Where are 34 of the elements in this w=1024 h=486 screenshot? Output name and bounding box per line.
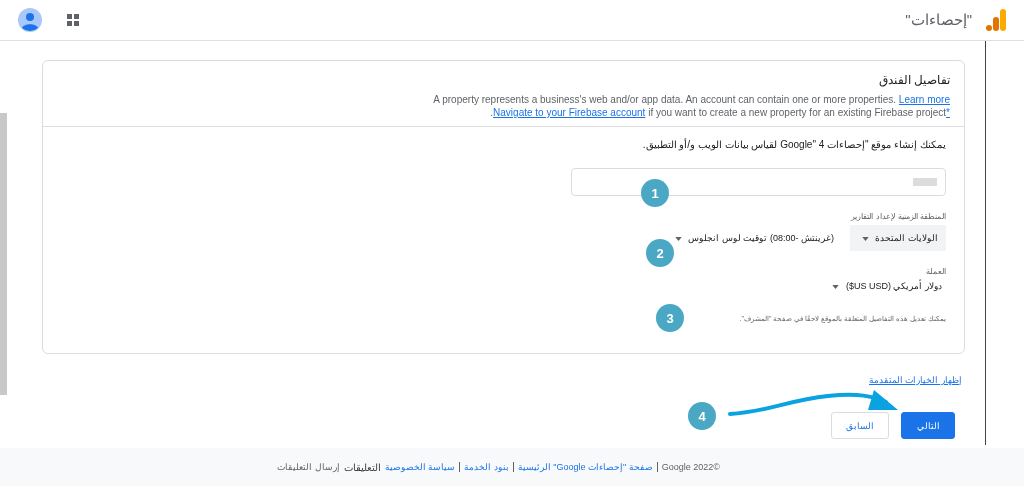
footer-link[interactable]: صفحة "إحصاءات Google" الرئيسية — [517, 462, 653, 472]
step-marker: 3 — [656, 304, 684, 332]
footnote-link[interactable]: * — [946, 107, 950, 118]
currency-label: العملة — [925, 267, 946, 276]
learn-more-link[interactable]: Learn more — [898, 94, 950, 105]
card-title: تفاصيل الفندق — [877, 73, 950, 87]
app-title: "إحصاءات" — [905, 11, 972, 29]
period-text: . — [490, 107, 494, 118]
advanced-options-link[interactable]: إظهار الخيارات المتقدمة — [869, 375, 962, 385]
description-text: A property represents a business's web and/or app data. An account can contain one or more properties. — [433, 94, 897, 105]
caret-icon — [674, 236, 682, 241]
step-marker: 1 — [641, 179, 669, 207]
feedback-label: التعليقات — [343, 461, 381, 473]
footer-link[interactable]: سياسة الخصوصية — [384, 462, 456, 472]
timezone-label: المنطقة الزمنية لإعداد التقارير — [849, 212, 946, 221]
country-dropdown[interactable]: الولايات المتحدة — [849, 225, 946, 251]
apps-icon[interactable] — [67, 14, 79, 26]
feedback-link[interactable]: إرسال التعليقات — [277, 462, 340, 472]
firebase-text: if you want to create a new property for an existing Firebase project — [648, 107, 947, 118]
scrollbar[interactable] — [0, 113, 7, 395]
name-field[interactable] — [571, 168, 946, 196]
footer-link[interactable]: بنود الخدمة — [464, 462, 509, 472]
back-button[interactable]: السابق — [831, 412, 889, 439]
next-button[interactable]: التالي — [901, 412, 955, 439]
firebase-link[interactable]: Navigate to your Firebase account — [493, 107, 646, 118]
currency-dropdown[interactable]: دولار أمريكي (US USD$) — [824, 281, 946, 291]
copyright-text: ©2022 Google — [661, 462, 720, 472]
step-marker: 4 — [688, 402, 716, 430]
bar-chart-logo-icon — [986, 9, 1006, 31]
caret-icon — [861, 236, 869, 241]
avatar-icon[interactable] — [18, 8, 42, 32]
step-marker: 2 — [646, 239, 674, 267]
caret-icon — [832, 284, 840, 289]
intro-text: يمكنك إنشاء موقع "إحصاءات Google" 4 لقياس بيانات الويب و/أو التطبيق. — [641, 139, 946, 150]
